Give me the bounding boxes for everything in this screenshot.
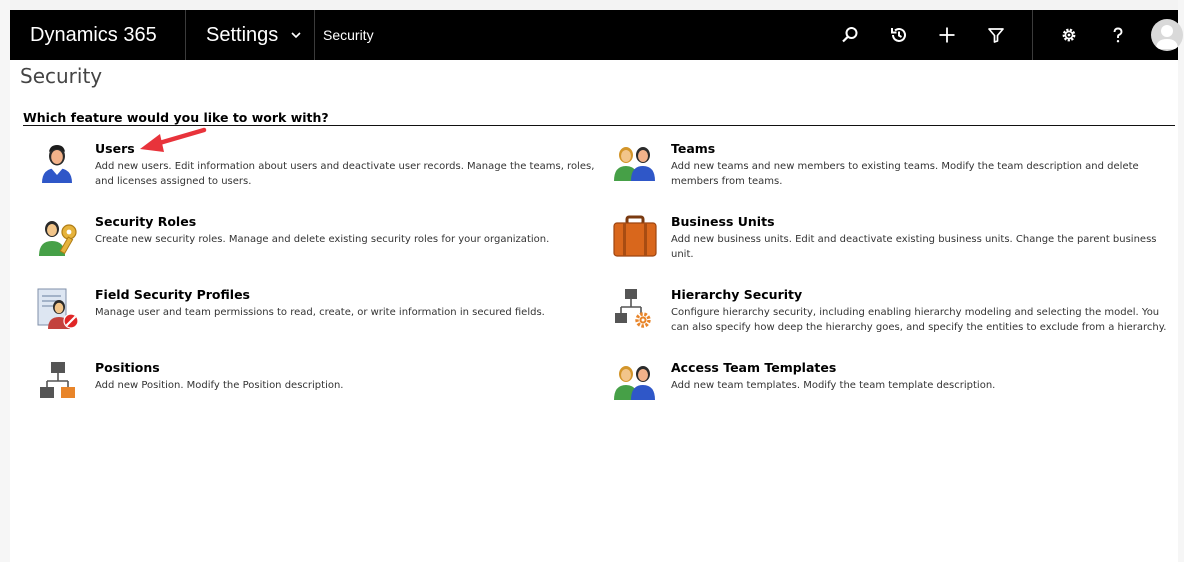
user-avatar[interactable] bbox=[1151, 19, 1183, 51]
app-name-label: Dynamics 365 bbox=[30, 23, 157, 46]
question-mark-icon bbox=[1113, 27, 1123, 43]
user-key-icon bbox=[39, 221, 77, 256]
feature-business-units[interactable]: Business Units Add new business units. E… bbox=[613, 214, 1173, 264]
breadcrumb-security[interactable]: Security bbox=[323, 10, 374, 60]
field-security-icon bbox=[37, 288, 79, 329]
window-right-border bbox=[1178, 0, 1184, 562]
feature-description: Add new teams and new members to existin… bbox=[671, 161, 1139, 187]
feature-title[interactable]: Users bbox=[95, 141, 135, 156]
feature-description: Add new Position. Modify the Position de… bbox=[95, 380, 344, 391]
feature-users[interactable]: Users Add new users. Edit information ab… bbox=[37, 141, 597, 191]
feature-title[interactable]: Business Units bbox=[671, 214, 775, 229]
feature-title[interactable]: Field Security Profiles bbox=[95, 287, 250, 302]
feature-title[interactable]: Teams bbox=[671, 141, 715, 156]
breadcrumb-label: Security bbox=[323, 27, 374, 43]
window-left-border bbox=[0, 0, 10, 562]
search-icon bbox=[842, 27, 858, 43]
feature-description: Add new team templates. Modify the team … bbox=[671, 380, 996, 391]
feature-description: Add new business units. Edit and deactiv… bbox=[671, 234, 1157, 260]
create-button[interactable] bbox=[935, 23, 959, 47]
feature-description: Add new users. Edit information about us… bbox=[95, 161, 595, 187]
hierarchy-settings-icon bbox=[615, 289, 651, 328]
recent-button[interactable] bbox=[887, 23, 911, 47]
plus-icon bbox=[939, 27, 955, 43]
area-label: Settings bbox=[206, 23, 279, 46]
app-name-button[interactable]: Dynamics 365 bbox=[10, 10, 186, 60]
page-title: Security bbox=[20, 64, 103, 88]
feature-positions[interactable]: Positions Add new Position. Modify the P… bbox=[37, 360, 597, 410]
help-button[interactable] bbox=[1106, 23, 1130, 47]
feature-title[interactable]: Positions bbox=[95, 360, 160, 375]
advanced-find-button[interactable] bbox=[984, 23, 1008, 47]
window-top-border bbox=[0, 0, 1184, 10]
team-icon bbox=[614, 147, 655, 181]
feature-teams[interactable]: Teams Add new teams and new members to e… bbox=[613, 141, 1173, 191]
feature-hierarchy-security[interactable]: Hierarchy Security Configure hierarchy s… bbox=[613, 287, 1173, 337]
feature-access-team-templates[interactable]: Access Team Templates Add new team templ… bbox=[613, 360, 1173, 410]
gear-icon bbox=[1062, 28, 1076, 42]
hierarchy-icon bbox=[40, 362, 75, 398]
feature-title[interactable]: Hierarchy Security bbox=[671, 287, 802, 302]
feature-description: Create new security roles. Manage and de… bbox=[95, 234, 550, 245]
history-icon bbox=[891, 27, 906, 42]
briefcase-icon bbox=[613, 215, 657, 257]
feature-description: Manage user and team permissions to read… bbox=[95, 307, 545, 318]
user-silhouette-icon bbox=[1156, 25, 1178, 49]
area-menu-button[interactable]: Settings bbox=[186, 10, 315, 60]
top-navbar: Dynamics 365 Settings Security bbox=[10, 10, 1183, 60]
filter-icon bbox=[988, 28, 1004, 43]
feature-title[interactable]: Access Team Templates bbox=[671, 360, 836, 375]
section-heading: Which feature would you like to work wit… bbox=[23, 110, 1175, 126]
feature-description: Configure hierarchy security, including … bbox=[671, 307, 1167, 333]
chevron-down-icon bbox=[291, 32, 301, 39]
team-icon bbox=[614, 366, 655, 400]
search-button[interactable] bbox=[838, 23, 862, 47]
feature-field-security-profiles[interactable]: Field Security Profiles Manage user and … bbox=[37, 287, 597, 337]
feature-title[interactable]: Security Roles bbox=[95, 214, 196, 229]
user-icon bbox=[42, 145, 72, 183]
settings-button[interactable] bbox=[1057, 23, 1081, 47]
navbar-divider bbox=[1032, 10, 1033, 60]
feature-security-roles[interactable]: Security Roles Create new security roles… bbox=[37, 214, 597, 264]
